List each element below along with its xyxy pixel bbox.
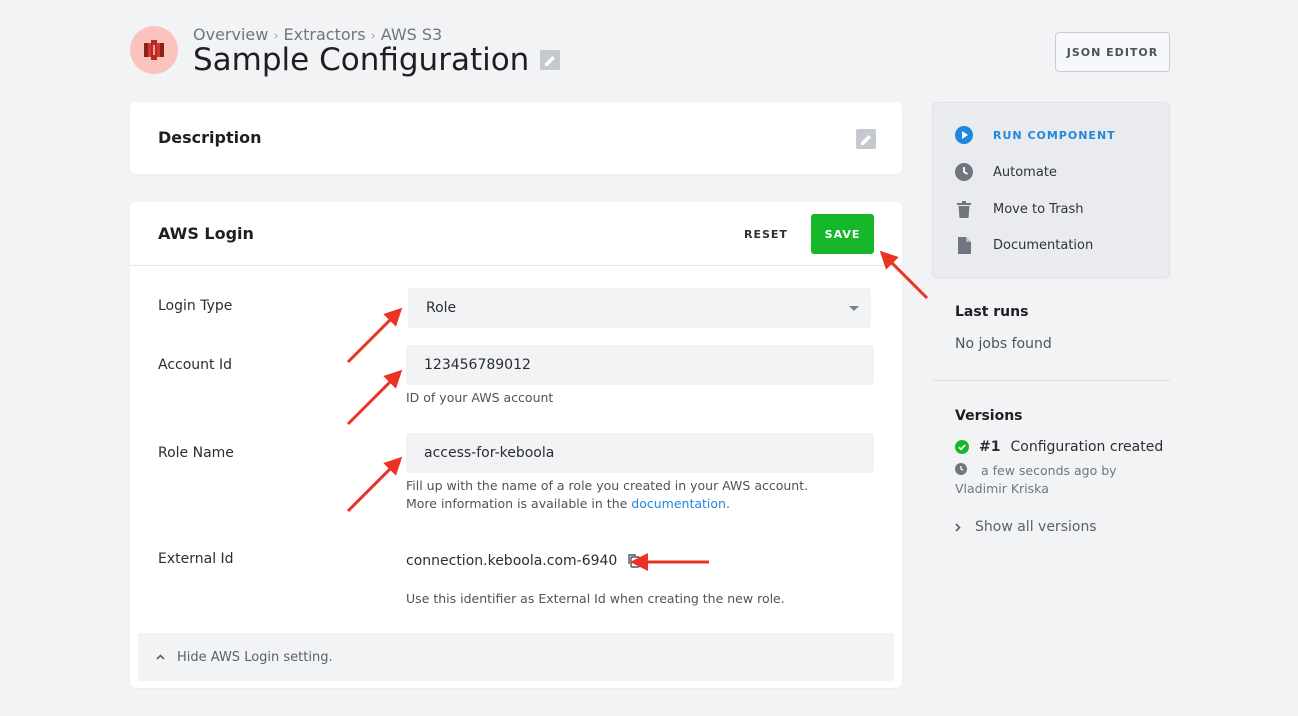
aws-login-header: AWS Login RESET SAVE: [130, 202, 902, 266]
account-id-value: 123456789012: [424, 357, 531, 373]
account-id-label: Account Id: [158, 357, 232, 373]
automate-label: Automate: [993, 164, 1057, 180]
show-all-versions-label: Show all versions: [975, 519, 1097, 535]
reset-button[interactable]: RESET: [744, 228, 788, 241]
edit-description-icon[interactable]: [856, 129, 876, 149]
version-number: #1: [979, 439, 1001, 455]
play-circle-icon: [955, 126, 973, 144]
chevron-right-icon: [955, 522, 961, 532]
role-name-help-suffix: .: [725, 496, 730, 511]
move-to-trash-label: Move to Trash: [993, 201, 1084, 217]
login-type-value: Role: [426, 300, 457, 316]
file-icon: [955, 236, 973, 254]
documentation-button[interactable]: Documentation: [955, 236, 1093, 254]
page-title: Sample Configuration: [193, 42, 530, 78]
hide-aws-login-label: Hide AWS Login setting.: [177, 649, 333, 665]
page-header: Overview › Extractors › AWS S3 Sample Config…: [130, 24, 1170, 84]
automate-button[interactable]: Automate: [955, 163, 1057, 181]
caret-down-icon: [849, 306, 859, 311]
role-name-value: access-for-keboola: [424, 445, 555, 461]
version-entry[interactable]: #1 Configuration created: [955, 439, 1163, 455]
external-id-value: connection.keboola.com-6940: [406, 553, 618, 569]
external-id-row: connection.keboola.com-6940: [406, 553, 641, 569]
documentation-label: Documentation: [993, 237, 1094, 253]
trash-icon: [955, 200, 973, 218]
last-runs-title: Last runs: [955, 304, 1029, 320]
description-title: Description: [158, 128, 262, 147]
run-component-label: RUN COMPONENT: [993, 128, 1116, 142]
aws-login-title: AWS Login: [158, 224, 254, 243]
account-id-input[interactable]: 123456789012: [406, 345, 874, 385]
role-name-input[interactable]: access-for-keboola: [406, 433, 874, 473]
role-name-label: Role Name: [158, 445, 234, 461]
external-id-label: External Id: [158, 551, 234, 567]
hide-aws-login-toggle[interactable]: Hide AWS Login setting.: [138, 633, 894, 681]
aws-s3-logo: [130, 26, 178, 74]
show-all-versions-link[interactable]: Show all versions: [955, 519, 1097, 535]
save-button[interactable]: SAVE: [811, 214, 874, 254]
version-meta: a few seconds ago by Vladimir Kriska: [955, 462, 1170, 498]
description-card: Description: [130, 102, 902, 174]
account-id-help: ID of your AWS account: [406, 390, 554, 405]
clock-small-icon: [955, 462, 981, 480]
role-name-help: Fill up with the name of a role you crea…: [406, 477, 836, 513]
documentation-link[interactable]: documentation: [631, 496, 726, 511]
version-description: Configuration created: [1010, 439, 1164, 455]
edit-title-icon[interactable]: [540, 50, 561, 70]
check-circle-icon: [955, 440, 969, 454]
page-title-row: Sample Configuration: [193, 42, 561, 78]
chevron-up-icon: [156, 654, 165, 660]
login-type-label: Login Type: [158, 298, 233, 314]
move-to-trash-button[interactable]: Move to Trash: [955, 200, 1084, 218]
json-editor-button[interactable]: JSON EDITOR: [1055, 32, 1170, 72]
divider: [932, 380, 1170, 381]
sidebar-actions: RUN COMPONENT Automate Move to Trash Doc…: [932, 102, 1170, 278]
versions-title: Versions: [955, 408, 1023, 424]
login-type-select[interactable]: Role: [408, 288, 871, 328]
aws-login-card: AWS Login RESET SAVE Login Type Role Acc…: [130, 202, 902, 688]
copy-icon[interactable]: [627, 553, 641, 569]
last-runs-empty: No jobs found: [955, 336, 1052, 352]
clock-icon: [955, 163, 973, 181]
run-component-button[interactable]: RUN COMPONENT: [955, 126, 1116, 144]
external-id-help: Use this identifier as External Id when …: [406, 591, 785, 606]
role-name-help-text: Fill up with the name of a role you crea…: [406, 478, 809, 511]
